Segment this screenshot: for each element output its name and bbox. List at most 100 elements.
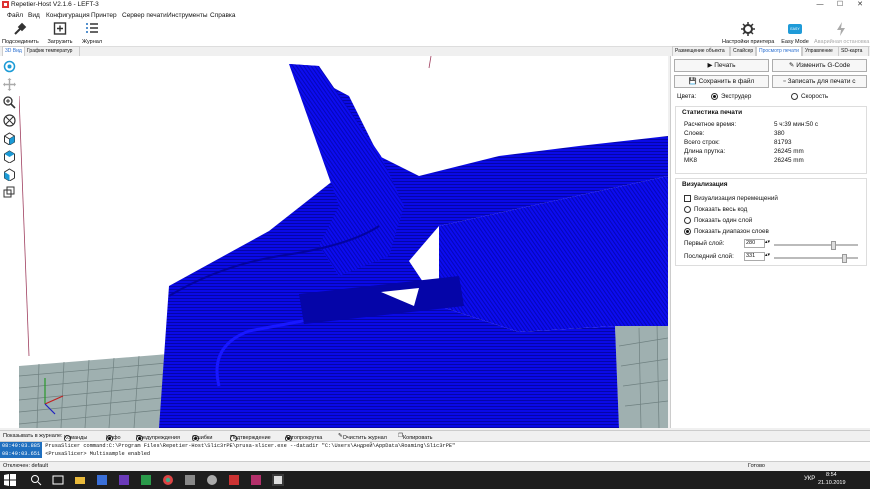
stat-label: MK8 bbox=[684, 157, 697, 164]
close-button[interactable]: ✕ bbox=[850, 0, 870, 11]
last-layer-slider[interactable] bbox=[774, 254, 858, 263]
menu-bar: Файл Вид Конфигурация Принтер Сервер печ… bbox=[0, 11, 870, 21]
explorer-icon[interactable] bbox=[74, 474, 86, 486]
window-title: Repetier-Host V2.1.6 - LEFT-3 bbox=[11, 1, 99, 8]
show-range-radio[interactable]: Показать диапазон слоев bbox=[684, 228, 769, 235]
app-icon[interactable] bbox=[96, 474, 108, 486]
app-icon[interactable] bbox=[184, 474, 196, 486]
show-one-radio[interactable]: Показать один слой bbox=[684, 217, 752, 224]
app-icon[interactable] bbox=[140, 474, 152, 486]
stats-title: Статистика печати bbox=[682, 109, 743, 116]
clock-time[interactable]: 8:54 bbox=[826, 472, 837, 478]
keyboard-language[interactable]: УКР bbox=[804, 476, 815, 482]
viz-title: Визуализация bbox=[682, 181, 728, 188]
stat-label: Расчетное время: bbox=[684, 121, 737, 128]
list-icon bbox=[86, 23, 98, 33]
color-speed-radio[interactable]: Скорость bbox=[791, 93, 828, 100]
stat-label: Слоев: bbox=[684, 130, 705, 137]
menu-file[interactable]: Файл bbox=[7, 12, 23, 19]
maximize-button[interactable]: ☐ bbox=[830, 0, 850, 11]
app-icon[interactable] bbox=[118, 474, 130, 486]
menu-config[interactable]: Конфигурация bbox=[46, 12, 90, 19]
first-layer-slider[interactable] bbox=[774, 241, 858, 250]
plug-icon bbox=[14, 22, 27, 35]
menu-printer[interactable]: Принтер bbox=[91, 12, 117, 19]
clear-log-button[interactable]: ✎ Очистить журнал bbox=[338, 433, 387, 441]
repetier-taskbar-icon[interactable] bbox=[272, 474, 284, 486]
last-layer-field[interactable]: 331 bbox=[744, 252, 765, 261]
zoom-icon[interactable] bbox=[3, 96, 16, 109]
tab-control[interactable]: Управление bbox=[802, 46, 840, 56]
rotate-icon[interactable] bbox=[3, 60, 16, 73]
tab-slicer[interactable]: Слайсер bbox=[730, 46, 756, 56]
spin-arrows-icon[interactable]: ▴▾ bbox=[765, 239, 770, 245]
chrome-icon[interactable] bbox=[162, 474, 174, 486]
multi-view-icon[interactable] bbox=[3, 186, 16, 199]
stat-value: 5 ч:39 мин:50 с bbox=[774, 121, 819, 128]
menu-help[interactable]: Справка bbox=[210, 12, 236, 19]
menu-print-server[interactable]: Сервер печати bbox=[122, 12, 167, 19]
tab-3d-view[interactable]: 3D Вид bbox=[2, 46, 26, 56]
menu-view[interactable]: Вид bbox=[28, 12, 40, 19]
save-file-button[interactable]: 💾 Сохранить в файл bbox=[674, 75, 769, 88]
status-ready: Готово bbox=[748, 463, 765, 469]
log-output[interactable]: 08:49:03.885 PrusaSlicer command:C:\Prog… bbox=[0, 441, 870, 461]
stat-value: 26245 mm bbox=[774, 157, 804, 164]
color-extruder-radio[interactable]: Экструдер bbox=[711, 93, 751, 100]
spin-arrows-icon[interactable]: ▴▾ bbox=[765, 252, 770, 258]
clock-date[interactable]: 21.10.2019 bbox=[818, 480, 846, 486]
show-all-radio[interactable]: Показать весь код bbox=[684, 206, 747, 213]
search-icon[interactable] bbox=[30, 474, 42, 486]
minimize-button[interactable]: — bbox=[810, 0, 830, 11]
print-button[interactable]: ▶ Печать bbox=[674, 59, 769, 72]
app-icon bbox=[2, 1, 9, 8]
print-stats-group: Статистика печати Расчетное время: 5 ч:3… bbox=[675, 106, 867, 174]
task-view-icon[interactable] bbox=[52, 474, 64, 486]
log-filter-label: Показывать в журнале: bbox=[3, 433, 63, 439]
app-icon[interactable] bbox=[206, 474, 218, 486]
toolbar: Подсоединить Загрузить Журнал Настройки … bbox=[0, 21, 870, 47]
connect-button[interactable]: Подсоединить bbox=[2, 21, 39, 46]
gear-icon bbox=[741, 22, 755, 36]
view-tools bbox=[0, 56, 20, 428]
copy-log-button[interactable]: ❐ Копировать bbox=[398, 433, 433, 441]
stat-value: 26245 mm bbox=[774, 148, 804, 155]
easy-mode-button[interactable]: EASY Easy Mode bbox=[780, 21, 810, 46]
travel-checkbox[interactable]: Визуализация перемещений bbox=[684, 195, 778, 202]
menu-tools[interactable]: Инструменты bbox=[167, 12, 208, 19]
last-layer-knob[interactable] bbox=[841, 254, 847, 263]
load-button[interactable]: Загрузить bbox=[46, 21, 74, 46]
visualization-group: Визуализация Визуализация перемещений По… bbox=[675, 178, 867, 266]
tab-temperature-graph[interactable]: График температур bbox=[24, 46, 80, 56]
colors-label: Цвета: bbox=[677, 93, 697, 100]
stat-value: 81793 bbox=[774, 139, 792, 146]
tab-print-preview[interactable]: Просмотр печати bbox=[756, 46, 802, 56]
lightning-icon bbox=[837, 22, 845, 36]
3d-viewport[interactable] bbox=[19, 56, 668, 428]
stat-label: Всего строк: bbox=[684, 139, 720, 146]
view-side-icon[interactable] bbox=[3, 168, 16, 181]
save-sd-button[interactable]: ▫ Записать для печати с bbox=[772, 75, 867, 88]
printer-settings-button[interactable]: Настройки принтера bbox=[722, 21, 774, 46]
connection-status: Отключен: default bbox=[3, 463, 49, 469]
move-icon[interactable] bbox=[3, 78, 16, 91]
emergency-stop-button[interactable]: Аварийная остановка bbox=[814, 21, 869, 46]
view-front-icon[interactable] bbox=[3, 132, 16, 145]
reset-view-icon[interactable] bbox=[3, 114, 16, 127]
taskbar: УКР 8:54 21.10.2019 bbox=[0, 471, 870, 489]
app-icon[interactable] bbox=[228, 474, 240, 486]
first-layer-knob[interactable] bbox=[830, 241, 836, 250]
app-icon[interactable] bbox=[250, 474, 262, 486]
tab-sd-card[interactable]: SD-карта bbox=[838, 46, 869, 56]
edit-gcode-button[interactable]: ✎ Изменить G-Code bbox=[772, 59, 867, 72]
log-line: 08:49:03.651 <PrusaSlicer> Multisample e… bbox=[0, 450, 151, 458]
log-button[interactable]: Журнал bbox=[80, 21, 104, 46]
first-layer-label: Первый слой: bbox=[684, 240, 725, 247]
stat-value: 380 bbox=[774, 130, 785, 137]
tab-object-placement[interactable]: Размещение объекта bbox=[672, 46, 730, 56]
first-layer-field[interactable]: 280 bbox=[744, 239, 765, 248]
gcode-preview-render bbox=[19, 56, 668, 428]
windows-start-icon[interactable] bbox=[4, 474, 16, 486]
print-preview-panel: ▶ Печать ✎ Изменить G-Code 💾 Сохранить в… bbox=[670, 56, 870, 428]
view-top-icon[interactable] bbox=[3, 150, 16, 163]
